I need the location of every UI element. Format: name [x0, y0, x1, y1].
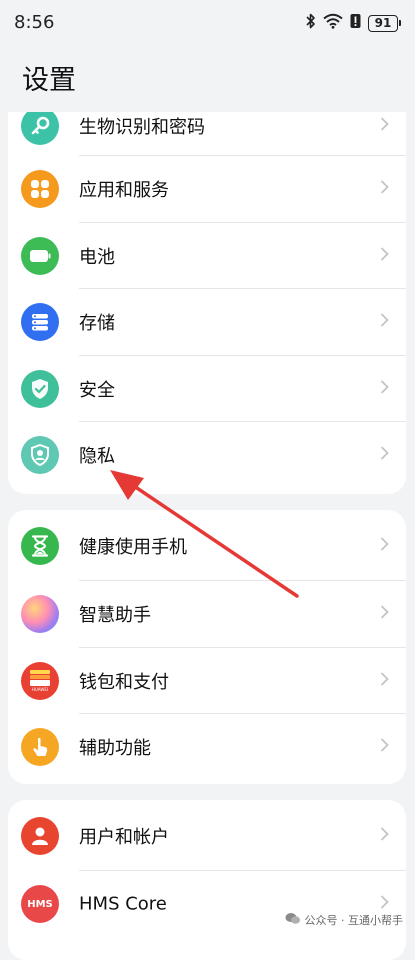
alert-icon	[350, 13, 361, 33]
chevron-right-icon	[380, 826, 389, 845]
chevron-right-icon	[380, 117, 389, 136]
settings-item-label: 钱包和支付	[79, 671, 169, 693]
status-bar: 8:56 91	[0, 0, 415, 46]
key-icon	[21, 112, 59, 145]
chevron-right-icon	[380, 738, 389, 757]
settings-group-3: 用户和帐户 HMS HMS Core	[8, 800, 406, 960]
chevron-right-icon	[380, 671, 389, 690]
hms-icon-text: HMS	[27, 898, 53, 910]
battery-icon	[21, 236, 59, 275]
battery-level: 91	[368, 14, 398, 32]
status-time: 8:56	[14, 12, 55, 33]
settings-group-1: 生物识别和密码 应用和服务 电池 存储 安全 隐私	[8, 112, 406, 494]
user-icon	[21, 816, 59, 855]
wallet-icon: HUAWEI	[21, 661, 59, 700]
apps-icon	[21, 170, 59, 209]
settings-item-label: 存储	[79, 313, 115, 335]
battery-cap	[399, 20, 401, 26]
settings-item-assistant[interactable]: 智慧助手	[8, 581, 406, 648]
settings-item-accounts[interactable]: 用户和帐户	[8, 800, 406, 871]
settings-item-label: 隐私	[79, 446, 115, 468]
storage-icon	[21, 303, 59, 342]
wechat-icon	[285, 912, 301, 928]
settings-item-label: 健康使用手机	[79, 536, 187, 558]
settings-item-accessibility[interactable]: 辅助功能	[8, 714, 406, 781]
chevron-right-icon	[380, 895, 389, 914]
chevron-right-icon	[380, 379, 389, 398]
settings-item-digital-balance[interactable]: 健康使用手机	[8, 510, 406, 581]
watermark: 公众号 · 互通小帮手	[285, 912, 404, 928]
shield-icon	[21, 369, 59, 408]
settings-item-label: 用户和帐户	[79, 826, 169, 848]
page-title: 设置	[22, 65, 76, 96]
wifi-icon	[323, 13, 343, 33]
settings-item-label: 辅助功能	[79, 738, 151, 760]
settings-item-biometrics[interactable]: 生物识别和密码	[8, 112, 406, 156]
settings-item-storage[interactable]: 存储	[8, 289, 406, 356]
status-icons: 91	[306, 13, 401, 33]
settings-item-label: 智慧助手	[79, 605, 151, 627]
hourglass-icon	[21, 526, 59, 565]
hms-icon: HMS	[21, 885, 59, 924]
settings-item-label: 电池	[79, 246, 115, 268]
chevron-right-icon	[380, 313, 389, 332]
privacy-icon	[21, 436, 59, 475]
settings-item-wallet[interactable]: HUAWEI 钱包和支付	[8, 648, 406, 714]
chevron-right-icon	[380, 536, 389, 555]
chevron-right-icon	[380, 446, 389, 465]
settings-item-label: 应用和服务	[79, 180, 169, 202]
settings-item-privacy[interactable]: 隐私	[8, 422, 406, 489]
settings-item-label: 安全	[79, 379, 115, 401]
settings-group-2: 健康使用手机 智慧助手 HUAWEI 钱包和支付 辅助功能	[8, 510, 406, 784]
wallet-icon-text: HUAWEI	[31, 687, 49, 693]
hand-icon	[21, 728, 59, 767]
chevron-right-icon	[380, 605, 389, 624]
watermark-text: 公众号 · 互通小帮手	[304, 914, 404, 927]
chevron-right-icon	[380, 180, 389, 199]
assistant-icon	[21, 595, 59, 634]
settings-item-security[interactable]: 安全	[8, 356, 406, 422]
settings-item-battery[interactable]: 电池	[8, 223, 406, 289]
settings-item-label: HMS Core	[79, 893, 167, 915]
bluetooth-icon	[306, 13, 316, 33]
settings-item-apps[interactable]: 应用和服务	[8, 156, 406, 223]
settings-item-label: 生物识别和密码	[79, 117, 205, 138]
chevron-right-icon	[380, 246, 389, 265]
battery-indicator: 91	[368, 14, 401, 32]
